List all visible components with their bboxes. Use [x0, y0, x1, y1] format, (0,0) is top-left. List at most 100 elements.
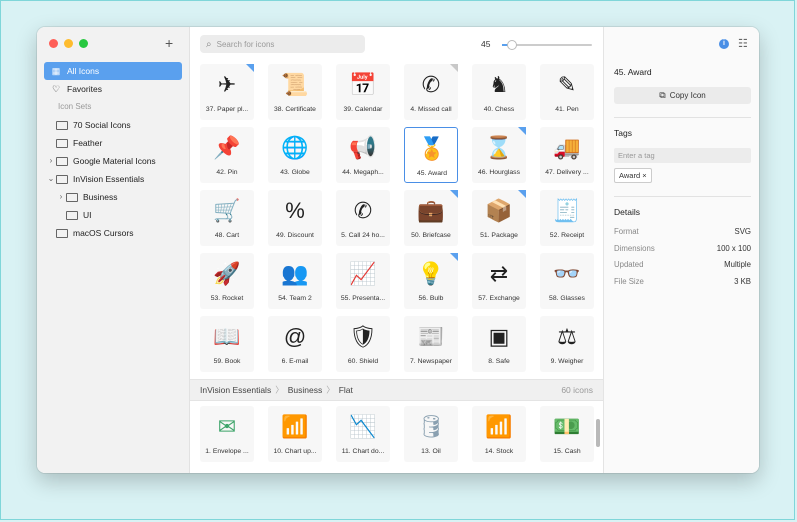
search-field[interactable]: ⌕ Search for icons	[200, 35, 365, 53]
icon-tile-label: 15. Cash	[553, 448, 581, 455]
detail-value: Multiple	[724, 260, 751, 269]
sidebar-set-item[interactable]: › Business	[37, 188, 189, 206]
icon-tile-label: 56. Bulb	[418, 295, 444, 302]
icon-tile[interactable]: 🏅 45. Award	[404, 127, 458, 183]
icon-tile[interactable]: 🧾 52. Receipt	[540, 190, 594, 246]
icon-preview: 📶	[485, 414, 513, 439]
icon-tile[interactable]: ▣ 8. Safe	[472, 316, 526, 372]
sidebar-set-item[interactable]: macOS Cursors	[37, 224, 189, 242]
breadcrumb-item[interactable]: Flat	[339, 385, 353, 395]
search-input[interactable]: Search for icons	[217, 40, 275, 49]
icon-tile-label: 53. Rocket	[210, 295, 244, 302]
sidebar-item-favorites[interactable]: ♡ Favorites	[37, 80, 189, 98]
divider	[614, 117, 751, 118]
icon-preview: 🚚	[553, 135, 581, 160]
icon-tile[interactable]: @6. E-mail	[268, 316, 322, 372]
minimize-window-button[interactable]	[64, 39, 73, 48]
icon-tile-label: 10. Chart up...	[273, 448, 317, 455]
icon-preview: ✈	[217, 72, 237, 97]
icon-tile[interactable]: 👥 54. Team 2	[268, 253, 322, 309]
icon-tile[interactable]: 📶 14. Stock	[472, 406, 526, 462]
icon-tile[interactable]: 🌐 43. Globe	[268, 127, 322, 183]
icon-tile[interactable]: 📖 59. Book	[200, 316, 254, 372]
icon-preview: @	[283, 324, 307, 349]
icon-tile[interactable]: 🛡 60. Shield	[336, 316, 390, 372]
icon-preview: 📖	[213, 324, 241, 349]
breadcrumb-item[interactable]: Business	[288, 385, 323, 395]
icon-tile[interactable]: ⌛ 46. Hourglass	[472, 127, 526, 183]
icon-tile[interactable]: ✎ 41. Pen	[540, 64, 594, 120]
icon-tile[interactable]: ✉ 1. Envelope ...	[200, 406, 254, 462]
zoom-slider[interactable]	[502, 40, 592, 50]
icon-tile[interactable]: ⚖ 9. Weigher	[540, 316, 594, 372]
icon-tile[interactable]: ✆ 5. Call 24 ho...	[336, 190, 390, 246]
icon-tile[interactable]: ♞ 40. Chess	[472, 64, 526, 120]
scrollbar-thumb[interactable]	[596, 419, 600, 447]
icon-tile[interactable]: 📅 39. Calendar	[336, 64, 390, 120]
icon-tile[interactable]: 📌 42. Pin	[200, 127, 254, 183]
icon-tile[interactable]: 📉 11. Chart do...	[336, 406, 390, 462]
icon-tile[interactable]: 📜 38. Certificate	[268, 64, 322, 120]
icon-tile[interactable]: 🛒 48. Cart	[200, 190, 254, 246]
icon-tile-label: 39. Calendar	[343, 106, 383, 113]
icon-tile[interactable]: 💼 50. Briefcase	[404, 190, 458, 246]
icon-preview: ✎	[557, 72, 577, 97]
tag-chip[interactable]: Award ×	[614, 168, 652, 183]
icon-tile[interactable]: % 49. Discount	[268, 190, 322, 246]
add-set-button[interactable]: +	[165, 35, 173, 51]
zoom-value: 45	[481, 39, 491, 49]
icon-preview: 💼	[417, 198, 445, 223]
tags-heading: Tags	[614, 128, 632, 138]
icon-tile[interactable]: 📰 7. Newspaper	[404, 316, 458, 372]
close-window-button[interactable]	[49, 39, 58, 48]
zoom-window-button[interactable]	[79, 39, 88, 48]
copy-icon-button[interactable]: ⧉ Copy Icon	[614, 87, 751, 104]
icon-preview: 👥	[281, 261, 309, 286]
detail-value: 100 x 100	[716, 243, 751, 253]
icon-tile[interactable]: 💵 15. Cash	[540, 406, 594, 462]
icon-preview: ▣	[488, 324, 510, 349]
icon-tile-label: 1. Envelope ...	[205, 448, 249, 455]
sidebar-item-all-icons[interactable]: ▦ All Icons	[44, 62, 182, 80]
icon-tile[interactable]: 🛢 13. Oil	[404, 406, 458, 462]
zoom-slider-knob[interactable]	[506, 40, 517, 50]
sidebar-set-item[interactable]: UI	[37, 206, 189, 224]
icon-preview: ♞	[489, 72, 509, 97]
icon-tile[interactable]: 👓 58. Glasses	[540, 253, 594, 309]
disclosure-chevron-icon[interactable]: ›	[46, 152, 56, 170]
window-controls	[49, 39, 88, 48]
icon-tile[interactable]: ⇄ 57. Exchange	[472, 253, 526, 309]
icon-tile-label: 6. E-mail	[281, 358, 309, 365]
icon-tile-label: 58. Glasses	[549, 295, 585, 302]
disclosure-chevron-icon[interactable]: ›	[56, 188, 66, 206]
icon-tile[interactable]: 📦 51. Package	[472, 190, 526, 246]
folder-icon	[56, 138, 68, 148]
sidebar-set-item[interactable]: › Google Material Icons	[37, 152, 189, 170]
sidebar-set-item[interactable]: Feather	[37, 134, 189, 152]
detail-row: Updated Multiple	[614, 260, 751, 269]
icon-preview: 📈	[349, 261, 377, 286]
icon-tile[interactable]: 📢 44. Megaph...	[336, 127, 390, 183]
sidebar-set-item[interactable]: ⌄ InVision Essentials	[37, 170, 189, 188]
info-icon[interactable]: i	[719, 39, 729, 49]
icon-tile[interactable]: 🚚 47. Delivery ...	[540, 127, 594, 183]
settings-sliders-icon[interactable]: ☷	[738, 37, 748, 50]
icon-preview: 📶	[281, 414, 309, 439]
icon-tile[interactable]: 📈 55. Presenta...	[336, 253, 390, 309]
icon-tile-label: 13. Oil	[421, 448, 441, 455]
icon-tile-label: 37. Paper pl...	[205, 106, 249, 113]
icon-tile[interactable]: 🚀 53. Rocket	[200, 253, 254, 309]
icon-tile[interactable]: 📶 10. Chart up...	[268, 406, 322, 462]
detail-row: Dimensions 100 x 100	[614, 244, 751, 253]
tag-input[interactable]: Enter a tag	[614, 148, 751, 163]
sidebar-set-label: Business	[83, 192, 118, 202]
icon-tile[interactable]: ✆ 4. Missed call	[404, 64, 458, 120]
detail-row: File Size 3 KB	[614, 277, 751, 286]
icon-tile[interactable]: ✈ 37. Paper pl...	[200, 64, 254, 120]
disclosure-chevron-icon[interactable]: ⌄	[46, 170, 56, 188]
app-window: + ▦ All Icons ♡ Favorites Icon Sets 70 S…	[37, 27, 759, 473]
icon-tile[interactable]: 💡 56. Bulb	[404, 253, 458, 309]
breadcrumb-item[interactable]: InVision Essentials	[200, 385, 271, 395]
sidebar-set-item[interactable]: 70 Social Icons	[37, 116, 189, 134]
icon-tile-label: 51. Package	[480, 232, 518, 239]
